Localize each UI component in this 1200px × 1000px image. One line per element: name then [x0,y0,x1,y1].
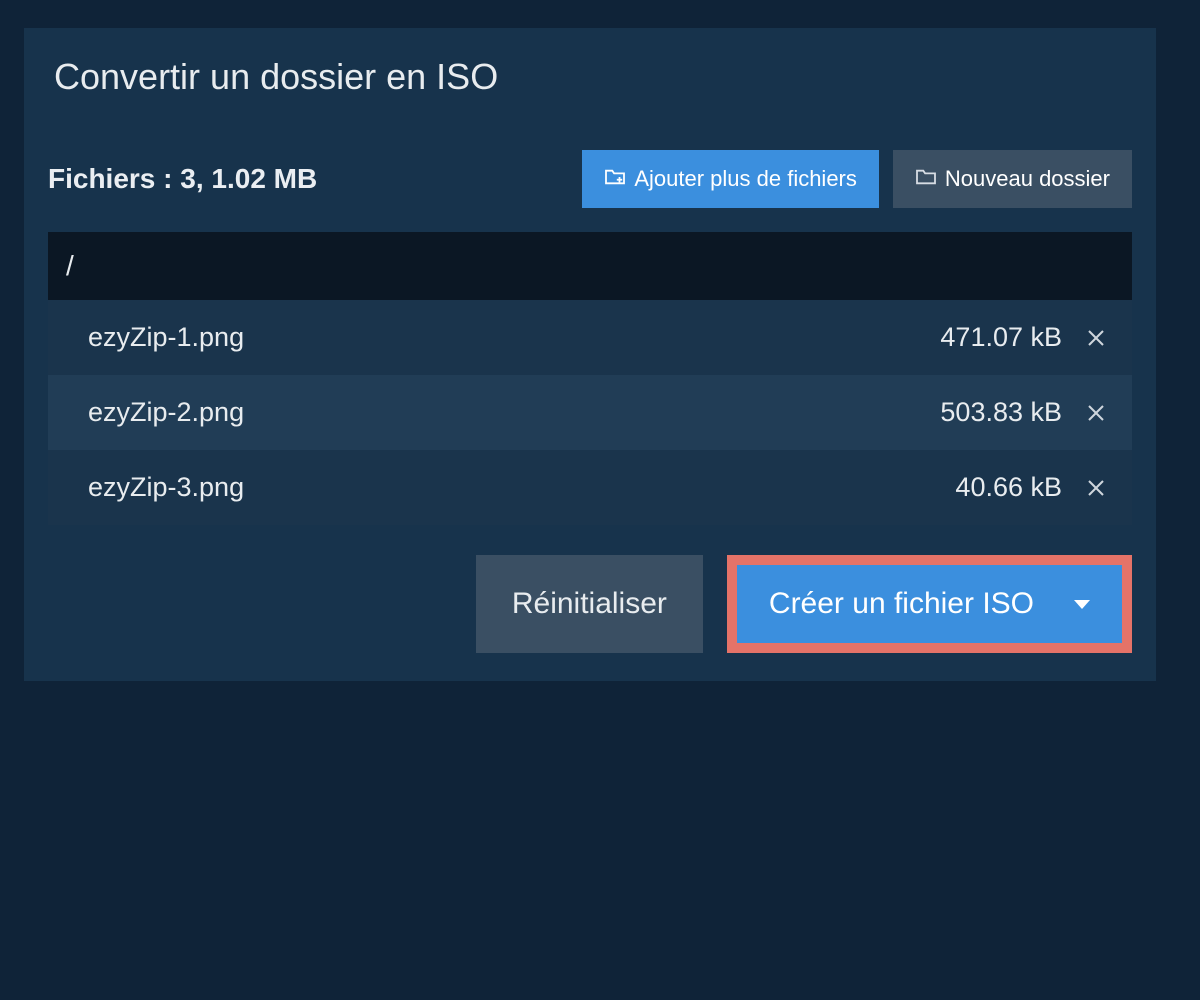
file-name: ezyZip-1.png [88,322,244,353]
files-summary-size: 1.02 MB [211,163,317,194]
current-path[interactable]: / [48,232,1132,300]
file-size: 503.83 kB [940,397,1062,428]
caret-down-icon [1074,600,1090,609]
files-summary-count: 3, [180,163,203,194]
files-summary: Fichiers : 3, 1.02 MB [48,163,317,195]
file-size: 471.07 kB [940,322,1062,353]
remove-file-button[interactable] [1084,326,1108,350]
file-size: 40.66 kB [955,472,1062,503]
file-name: ezyZip-3.png [88,472,244,503]
path-text: / [66,250,74,281]
create-iso-button[interactable]: Créer un fichier ISO [737,565,1122,643]
tab-convert-folder-to-iso[interactable]: Convertir un dossier en ISO [24,28,538,126]
reset-label: Réinitialiser [512,587,667,620]
file-row: ezyZip-1.png 471.07 kB [48,300,1132,375]
add-more-files-label: Ajouter plus de fichiers [634,166,857,192]
file-row: ezyZip-3.png 40.66 kB [48,450,1132,525]
files-summary-label: Fichiers : [48,163,172,194]
toolbar-row: Fichiers : 3, 1.02 MB Ajouter pl [48,126,1132,232]
file-list: / ezyZip-1.png 471.07 kB ezyZip-2.png 503.8… [48,232,1132,525]
reset-button[interactable]: Réinitialiser [476,555,703,653]
new-folder-label: Nouveau dossier [945,166,1110,192]
new-folder-button[interactable]: Nouveau dossier [893,150,1132,208]
create-iso-label: Créer un fichier ISO [769,587,1034,621]
remove-file-button[interactable] [1084,476,1108,500]
converter-panel: Convertir un dossier en ISO Fichiers : 3… [24,28,1156,681]
add-more-files-button[interactable]: Ajouter plus de fichiers [582,150,879,208]
folder-add-icon [604,166,626,192]
file-row: ezyZip-2.png 503.83 kB [48,375,1132,450]
tab-title: Convertir un dossier en ISO [54,56,498,97]
remove-file-button[interactable] [1084,401,1108,425]
create-iso-highlight: Créer un fichier ISO [727,555,1132,653]
folder-icon [915,166,937,192]
footer-row: Réinitialiser Créer un fichier ISO [48,525,1132,653]
file-name: ezyZip-2.png [88,397,244,428]
